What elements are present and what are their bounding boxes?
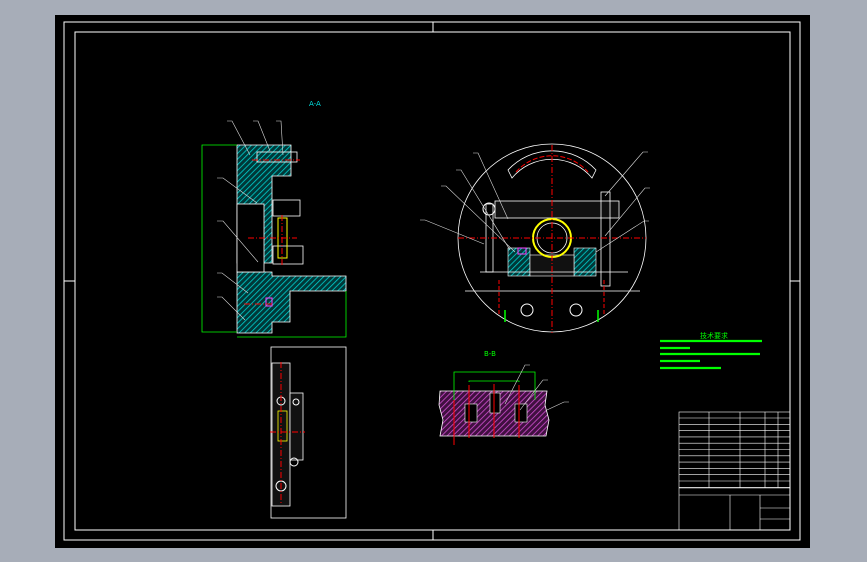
cad-drawing: A-A B-B 技术要求 [63,21,801,541]
tech-requirements-title: 技术要求 [700,331,728,340]
section-a-label: A-A [309,100,321,108]
technical-requirements: 技术要求 [660,331,762,370]
plan-view [270,346,347,519]
section-a-view: A-A [201,100,347,338]
section-b-label: B-B [484,350,496,358]
front-view [420,143,650,333]
section-b-view: B-B [438,350,569,445]
title-block [678,411,791,531]
